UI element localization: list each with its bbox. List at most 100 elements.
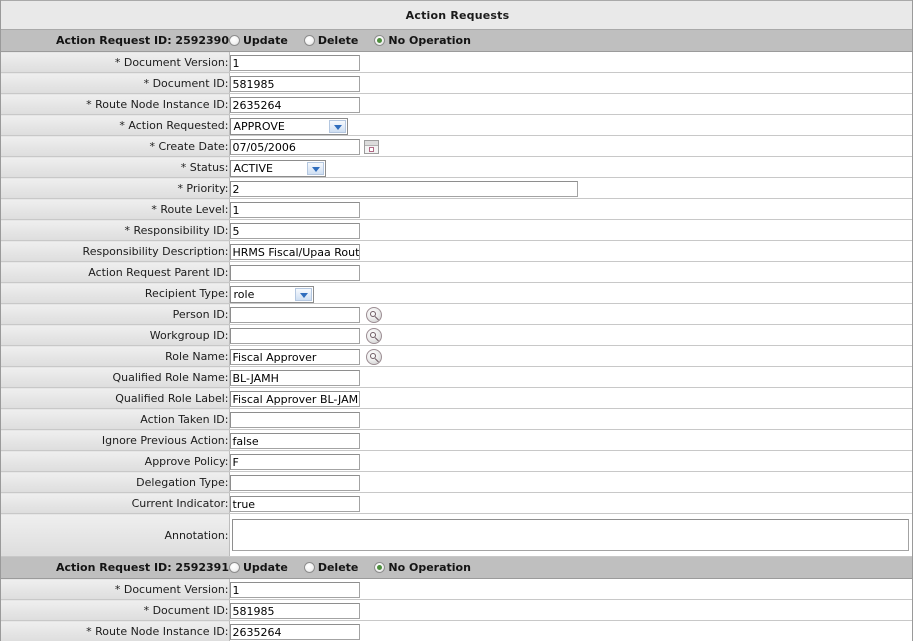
- field-value-cell: 5: [229, 219, 912, 241]
- field-row: Qualified Role Name: BL-JAMH: [1, 366, 912, 388]
- field-row: Qualified Role Label: Fiscal Approver BL-…: [1, 387, 912, 409]
- field-label: * Responsibility ID:: [1, 219, 230, 241]
- field-label: Qualified Role Label:: [1, 387, 230, 409]
- input-action-request-parent-id[interactable]: [229, 265, 360, 281]
- field-label: Qualified Role Name:: [1, 366, 230, 388]
- field-value-cell: 2635264: [229, 93, 912, 115]
- chevron-down-icon[interactable]: [328, 119, 346, 133]
- field-value-cell: [229, 408, 912, 430]
- field-row: * Document Version: 1: [1, 578, 912, 600]
- field-value-cell: [229, 471, 912, 493]
- input-priority[interactable]: 2: [229, 181, 578, 197]
- input-approve-policy[interactable]: F: [229, 454, 360, 470]
- input-document-id[interactable]: 581985: [229, 76, 360, 92]
- section-request-id: Action Request ID: 2592390: [1, 29, 229, 52]
- input-qualified-role-label[interactable]: Fiscal Approver BL-JAM: [229, 391, 360, 407]
- input-route-level[interactable]: 1: [229, 202, 360, 218]
- page-title: Action Requests: [1, 0, 912, 30]
- radio-no-operation[interactable]: [374, 562, 386, 574]
- field-label: Role Name:: [1, 345, 230, 367]
- input-responsibility-id[interactable]: 5: [229, 223, 360, 239]
- calendar-icon[interactable]: [363, 140, 379, 154]
- field-label: Person ID:: [1, 303, 230, 325]
- field-value-cell: role: [229, 282, 912, 304]
- field-label: Action Taken ID:: [1, 408, 230, 430]
- operation-option-delete[interactable]: Delete: [303, 34, 358, 47]
- select-value: APPROVE: [233, 119, 285, 133]
- input-document-id[interactable]: 581985: [229, 603, 360, 619]
- field-value-cell: 1: [229, 198, 912, 220]
- field-row: Recipient Type: role: [1, 282, 912, 304]
- field-label: * Create Date:: [1, 135, 230, 157]
- radio-delete[interactable]: [303, 562, 315, 574]
- page-title-row: Action Requests: [1, 0, 912, 30]
- input-document-version[interactable]: 1: [229, 582, 360, 598]
- field-label: Ignore Previous Action:: [1, 429, 230, 451]
- input-action-taken-id[interactable]: [229, 412, 360, 428]
- input-route-node-instance-id[interactable]: 2635264: [229, 97, 360, 113]
- field-row: * Action Requested: APPROVE: [1, 114, 912, 136]
- field-label: * Document Version:: [1, 578, 230, 600]
- field-row: * Create Date: 07/05/2006: [1, 135, 912, 157]
- field-row: * Document ID: 581985: [1, 72, 912, 94]
- input-create-date[interactable]: 07/05/2006: [229, 139, 360, 155]
- field-value-cell: 07/05/2006: [229, 135, 912, 157]
- operation-option-no-operation[interactable]: No Operation: [374, 561, 471, 574]
- select-action-requested[interactable]: APPROVE: [229, 117, 348, 135]
- input-workgroup-id[interactable]: [229, 328, 360, 344]
- input-role-name[interactable]: Fiscal Approver: [229, 349, 360, 365]
- field-row: Action Taken ID:: [1, 408, 912, 430]
- operation-option-delete[interactable]: Delete: [303, 561, 359, 575]
- input-current-indicator[interactable]: true: [229, 496, 360, 512]
- input-qualified-role-name[interactable]: BL-JAMH: [229, 370, 360, 386]
- select-recipient-type[interactable]: role: [229, 285, 314, 303]
- radio-delete[interactable]: [303, 35, 315, 47]
- field-row: Workgroup ID:: [1, 324, 912, 346]
- input-document-version[interactable]: 1: [229, 55, 360, 71]
- radio-update[interactable]: [229, 35, 240, 47]
- section-header-row: Action Request ID: 2592391 Update Delete No…: [1, 556, 912, 579]
- chevron-down-icon[interactable]: [294, 287, 312, 301]
- field-value-cell: 1: [229, 51, 912, 73]
- input-delegation-type[interactable]: [229, 475, 360, 491]
- field-label: * Route Node Instance ID:: [1, 620, 230, 641]
- field-row: * Responsibility ID: 5: [1, 219, 912, 241]
- input-route-node-instance-id[interactable]: 2635264: [229, 624, 360, 640]
- field-row: Delegation Type:: [1, 471, 912, 493]
- field-value-cell: APPROVE: [229, 114, 912, 136]
- field-label: Responsibility Description:: [1, 240, 230, 262]
- select-status[interactable]: ACTIVE: [229, 159, 326, 177]
- radio-no-operation[interactable]: [374, 35, 386, 47]
- operation-radio-group: Update Delete No Operation: [229, 556, 912, 579]
- field-value-cell: 581985: [229, 599, 912, 621]
- input-ignore-previous-action[interactable]: false: [229, 433, 360, 449]
- field-row: * Priority: 2: [1, 177, 912, 199]
- field-value-cell: Fiscal Approver: [229, 345, 912, 367]
- field-value-cell: false: [229, 429, 912, 451]
- operation-option-no-operation[interactable]: No Operation: [374, 34, 471, 47]
- field-value-cell: [229, 513, 912, 557]
- field-value-cell: [229, 324, 912, 346]
- section-request-id: Action Request ID: 2592391: [1, 556, 229, 579]
- field-row: Approve Policy: F: [1, 450, 912, 472]
- input-person-id[interactable]: [229, 307, 360, 323]
- magnifier-icon[interactable]: [365, 328, 382, 344]
- field-value-cell: BL-JAMH: [229, 366, 912, 388]
- magnifier-icon[interactable]: [365, 349, 382, 365]
- field-label: Current Indicator:: [1, 492, 230, 514]
- annotation-textarea[interactable]: [231, 519, 910, 551]
- input-responsibility-description[interactable]: HRMS Fiscal/Upaa Rout: [229, 244, 360, 260]
- field-label: Recipient Type:: [1, 282, 230, 304]
- operation-radio-group: Update Delete No Operation: [229, 29, 912, 52]
- operation-label: Update: [243, 561, 288, 575]
- field-label: Action Request Parent ID:: [1, 261, 230, 283]
- magnifier-icon[interactable]: [365, 307, 382, 323]
- operation-option-update[interactable]: Update: [229, 561, 288, 574]
- field-label: * Route Level:: [1, 198, 230, 220]
- chevron-down-icon[interactable]: [306, 161, 324, 175]
- field-label: * Document Version:: [1, 51, 230, 73]
- operation-label: Delete: [317, 561, 359, 575]
- radio-update[interactable]: [229, 562, 240, 574]
- operation-option-update[interactable]: Update: [229, 34, 288, 47]
- field-row: Ignore Previous Action: false: [1, 429, 912, 451]
